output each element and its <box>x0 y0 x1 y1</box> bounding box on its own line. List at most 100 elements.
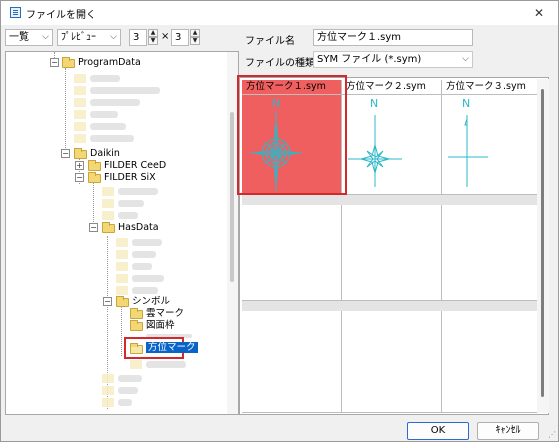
folder-icon <box>102 374 114 383</box>
folder-icon <box>88 172 101 183</box>
tree-item-drawing-frame[interactable]: 図面枠 <box>146 320 175 332</box>
folder-icon <box>74 148 87 159</box>
folder-tree[interactable]: − ProgramData − Daikin + FILDER CeeD − F… <box>5 51 239 415</box>
preview-cell-2-title[interactable]: 方位マーク２.sym <box>342 80 442 95</box>
preview-cell-5[interactable] <box>342 205 442 301</box>
preview-cell-6[interactable] <box>442 205 538 301</box>
file-name-label: ファイル名 <box>245 36 295 47</box>
redacted-item <box>118 200 144 207</box>
preview-mode-value: ﾌﾟﾚﾋﾞｭｰ <box>61 32 96 43</box>
folder-icon <box>102 398 114 407</box>
title-bar: ファイルを開く ✕ <box>1 1 558 25</box>
tree-item-cloud-mark[interactable]: 雲マーク <box>146 308 184 320</box>
grid-row-gap <box>242 195 538 205</box>
rows-stepper[interactable]: ▲ ▼ <box>190 29 200 46</box>
tree-item-direction-mark-label: 方位マーク <box>146 342 198 353</box>
expander-hasdata[interactable]: − <box>89 223 98 232</box>
preview-scrollbar[interactable] <box>537 79 549 413</box>
close-button[interactable]: ✕ <box>524 1 554 25</box>
folder-icon <box>116 296 129 307</box>
folder-icon <box>74 134 86 143</box>
folder-icon <box>74 86 86 95</box>
redacted-item <box>132 263 152 270</box>
tree-item-hasdata[interactable]: HasData <box>118 222 159 234</box>
stepper-down-icon[interactable]: ▼ <box>148 37 158 45</box>
folder-icon <box>74 110 86 119</box>
rows-value: 3 <box>175 32 182 43</box>
annotation-highlight <box>237 75 347 195</box>
redacted-item <box>118 212 138 219</box>
folder-icon <box>116 274 128 283</box>
folder-icon <box>102 386 114 395</box>
columns-input[interactable]: 3 <box>129 29 147 46</box>
folder-icon <box>116 286 128 295</box>
star-compass-icon <box>348 115 402 187</box>
open-file-dialog: ファイルを開く ✕ 一覧 ⌵ ﾌﾟﾚﾋﾞｭｰ ⌵ 3 ▲ ▼ × 3 ▲ ▼ −… <box>0 0 559 442</box>
ok-button[interactable]: OK <box>407 422 469 440</box>
redacted-item <box>132 287 158 294</box>
view-mode-value: 一覧 <box>9 32 29 43</box>
chevron-down-icon: ⌵ <box>42 32 49 42</box>
tree-item-daikin[interactable]: Daikin <box>90 148 120 160</box>
preview-cell-7[interactable] <box>242 311 342 413</box>
preview-cell-3-title[interactable]: 方位マーク３.sym <box>442 80 538 95</box>
expander-daikin[interactable]: − <box>61 149 70 158</box>
redacted-item <box>90 87 160 94</box>
open-folder-icon <box>130 343 143 354</box>
tree-item-symbols[interactable]: シンボル <box>132 296 170 308</box>
expander-filder-ceed[interactable]: + <box>75 161 84 170</box>
times-sign: × <box>161 31 170 42</box>
redacted-item <box>90 135 134 142</box>
compass-symbol-2: N <box>342 95 442 195</box>
file-type-select[interactable]: SYM ファイル (*.sym) ⌵ <box>313 51 473 68</box>
dialog-app-icon <box>10 7 21 18</box>
tree-guide <box>121 306 122 356</box>
stepper-up-icon[interactable]: ▲ <box>190 29 200 37</box>
grid-row-gap <box>242 301 538 311</box>
folder-icon <box>130 308 143 319</box>
redacted-item <box>118 375 142 382</box>
columns-stepper[interactable]: ▲ ▼ <box>148 29 158 46</box>
folder-icon <box>116 262 128 271</box>
folder-icon <box>130 320 143 331</box>
stepper-up-icon[interactable]: ▲ <box>148 29 158 37</box>
preview-mode-select[interactable]: ﾌﾟﾚﾋﾞｭｰ ⌵ <box>57 29 121 46</box>
file-name-input[interactable]: 方位マーク１.sym <box>313 29 473 46</box>
preview-cell-9[interactable] <box>442 311 538 413</box>
expander-filder-six[interactable]: − <box>75 173 84 182</box>
redacted-item <box>132 275 164 282</box>
redacted-item <box>90 111 118 118</box>
close-icon: ✕ <box>533 6 545 20</box>
folder-icon <box>74 122 86 131</box>
view-mode-select[interactable]: 一覧 ⌵ <box>5 29 53 46</box>
tree-item-programdata[interactable]: ProgramData <box>78 57 141 69</box>
tree-item-filder-six[interactable]: FILDER SiX <box>104 172 156 184</box>
preview-cell-4[interactable] <box>242 205 342 301</box>
tree-item-filder-ceed[interactable]: FILDER CeeD <box>104 160 166 172</box>
file-name-value: 方位マーク１.sym <box>317 32 402 43</box>
stepper-down-icon[interactable]: ▼ <box>190 37 200 45</box>
preview-scrollbar-thumb[interactable] <box>541 89 544 397</box>
cancel-button[interactable]: ｷｬﾝｾﾙ <box>477 422 539 440</box>
chevron-down-icon: ⌵ <box>110 32 117 42</box>
expander-symbols[interactable]: − <box>103 297 112 306</box>
file-type-value: SYM ファイル (*.sym) <box>317 54 422 65</box>
expander-programdata[interactable]: − <box>50 58 59 67</box>
folder-icon <box>102 187 114 196</box>
file-type-label: ファイルの種類 <box>245 58 315 69</box>
redacted-item <box>118 399 132 406</box>
folder-icon <box>88 160 101 171</box>
redacted-item <box>90 99 140 106</box>
rows-input[interactable]: 3 <box>171 29 189 46</box>
preview-cell-8[interactable] <box>342 311 442 413</box>
resize-grip-icon[interactable]: ⋰ <box>548 430 556 439</box>
folder-icon <box>116 238 128 247</box>
redacted-item <box>132 251 156 258</box>
tree-item-direction-mark[interactable]: 方位マーク <box>146 342 198 354</box>
columns-value: 3 <box>133 32 140 43</box>
redacted-item <box>146 361 186 368</box>
folder-icon <box>62 57 75 68</box>
tree-scrollbar-thumb[interactable] <box>230 112 234 282</box>
redacted-item <box>118 387 138 394</box>
folder-icon <box>102 222 115 233</box>
